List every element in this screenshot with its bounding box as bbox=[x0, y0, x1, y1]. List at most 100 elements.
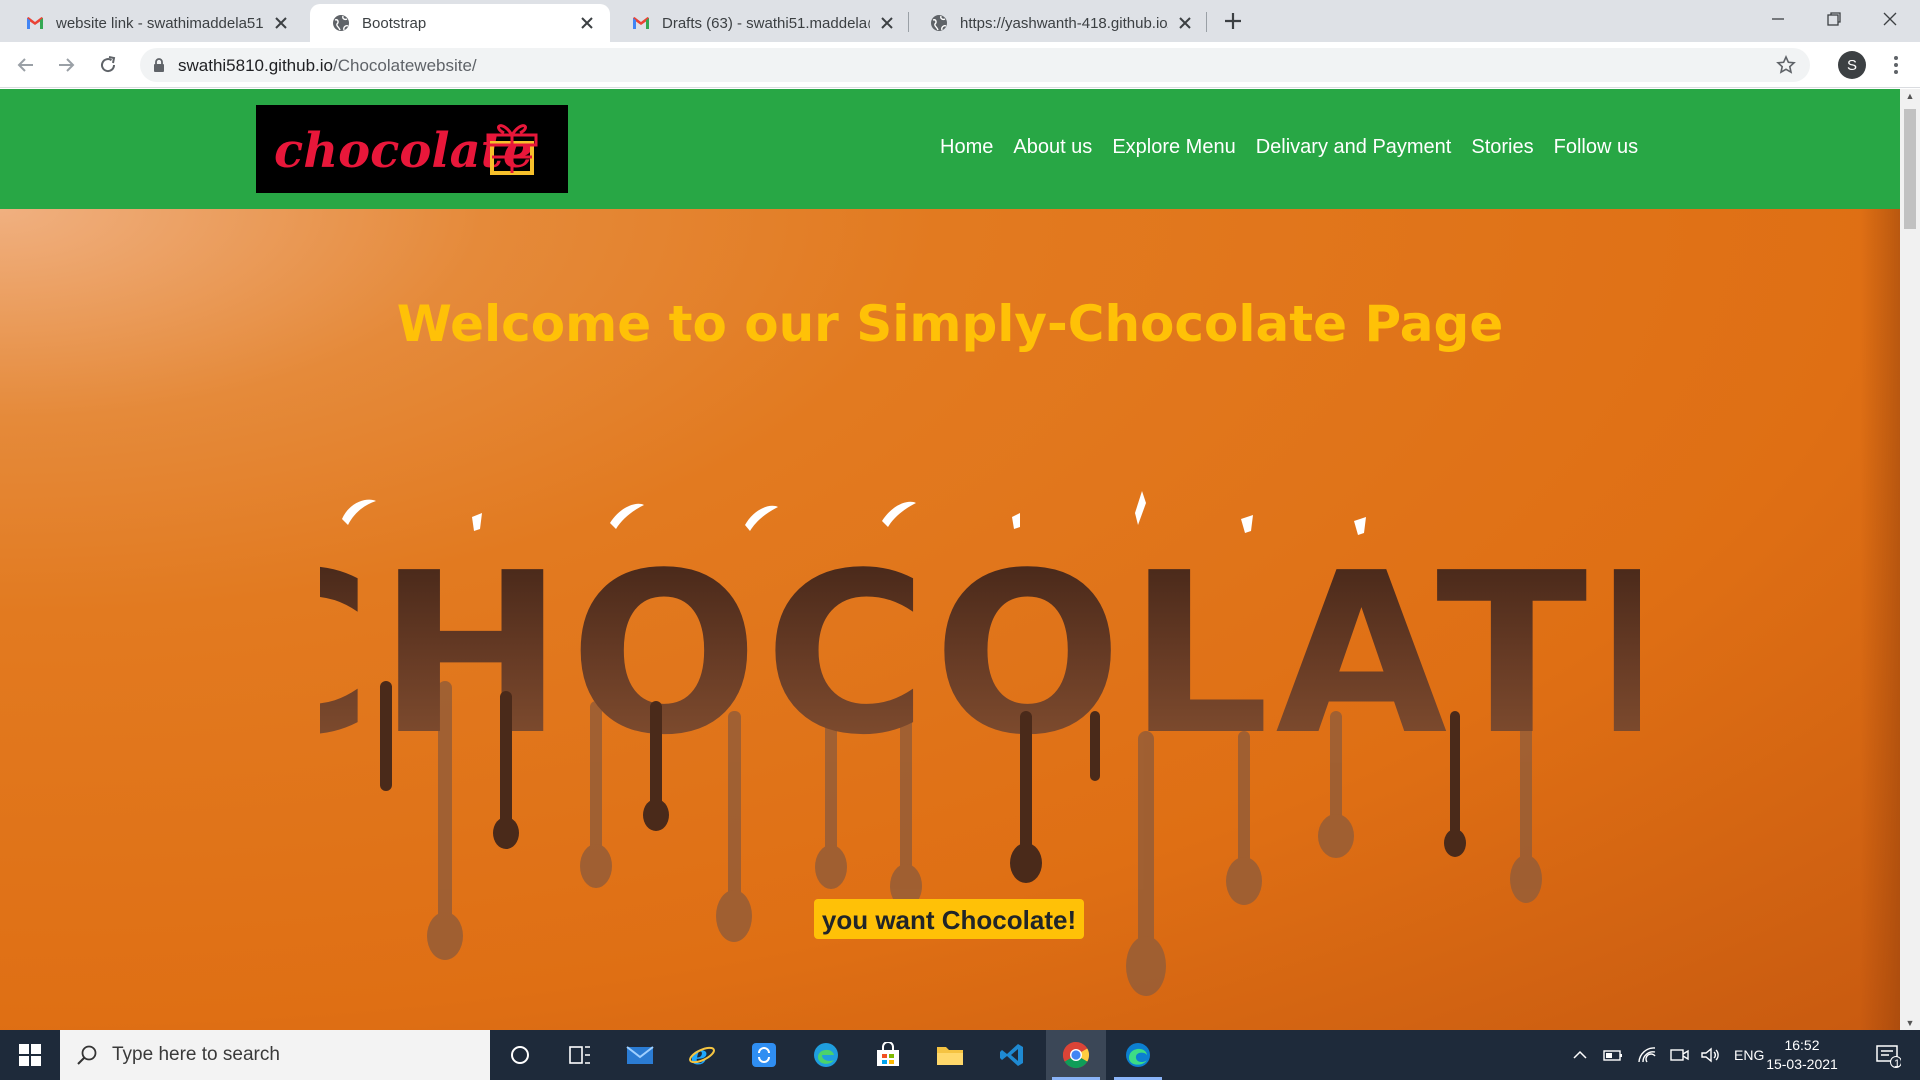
search-placeholder: Type here to search bbox=[112, 1044, 280, 1065]
reload-button[interactable] bbox=[94, 51, 122, 79]
folder-icon bbox=[937, 1047, 963, 1065]
store-bag-icon bbox=[877, 1042, 899, 1066]
nav-link-stories[interactable]: Stories bbox=[1471, 136, 1533, 159]
more-vert-icon bbox=[1894, 56, 1898, 74]
chevron-up-icon[interactable] bbox=[1570, 1045, 1590, 1065]
clock-time: 16:52 bbox=[1784, 1037, 1820, 1053]
minimize-button[interactable] bbox=[1750, 0, 1806, 38]
close-icon bbox=[1883, 12, 1897, 26]
minimize-icon bbox=[1772, 18, 1784, 20]
url-host: swathi5810.github.io bbox=[178, 56, 334, 75]
task-view-icon bbox=[569, 1046, 590, 1064]
tab-title: Bootstrap bbox=[362, 14, 427, 32]
nav-link-follow-us[interactable]: Follow us bbox=[1554, 136, 1638, 159]
tab-title: https://yashwanth-418.github.io/ bbox=[960, 14, 1168, 32]
vscode-icon bbox=[1000, 1044, 1023, 1066]
sync-app-icon bbox=[752, 1043, 776, 1067]
welcome-heading: Welcome to our Simply-Chocolate Page bbox=[396, 295, 1504, 353]
page-scrollbar[interactable]: ▲ ▼ bbox=[1900, 89, 1920, 1030]
tab-yashwanth[interactable]: https://yashwanth-418.github.io/ bbox=[908, 4, 1208, 42]
back-button[interactable] bbox=[12, 51, 40, 79]
globe-icon bbox=[333, 15, 349, 31]
browser-menu-button[interactable] bbox=[1884, 51, 1908, 79]
notification-count: 1 bbox=[1894, 1058, 1901, 1070]
wifi-icon[interactable] bbox=[1636, 1045, 1658, 1065]
tab-gmail-drafts[interactable]: Drafts (63) - swathi51.maddela@ bbox=[610, 4, 910, 42]
store-app-button[interactable] bbox=[858, 1030, 918, 1080]
url-path: /Chocolatewebsite/ bbox=[333, 56, 477, 75]
new-tab-icon[interactable] bbox=[1220, 8, 1246, 34]
tab-gmail-website-link[interactable]: website link - swathimaddela51@ bbox=[4, 4, 304, 42]
clock-date: 15-03-2021 bbox=[1766, 1056, 1838, 1072]
lock-icon[interactable] bbox=[152, 57, 166, 73]
close-tab-icon[interactable] bbox=[1176, 14, 1194, 32]
nav-link-home[interactable]: Home bbox=[940, 136, 993, 159]
windows-taskbar: Type here to search e ENG 16:52 15-03-20… bbox=[0, 1030, 1920, 1080]
gmail-icon bbox=[633, 17, 649, 29]
tab-strip: website link - swathimaddela51@ Bootstra… bbox=[0, 0, 1920, 42]
back-arrow-icon bbox=[17, 58, 33, 72]
close-tab-icon[interactable] bbox=[272, 14, 290, 32]
system-tray: ENG bbox=[1570, 1030, 1764, 1080]
cortana-circle-icon bbox=[511, 1046, 529, 1064]
site-logo[interactable]: chocolate bbox=[256, 105, 568, 193]
chocolate-word-art: CHOCOLATE bbox=[320, 526, 1640, 784]
logo-text: chocolate bbox=[274, 123, 533, 179]
nav-link-about-us[interactable]: About us bbox=[1013, 136, 1092, 159]
mail-icon bbox=[626, 1046, 654, 1064]
edge-legacy-button[interactable] bbox=[796, 1030, 856, 1080]
volume-icon[interactable] bbox=[1700, 1045, 1722, 1065]
restore-button[interactable] bbox=[1806, 0, 1862, 38]
logo-artwork: chocolate bbox=[274, 123, 538, 179]
profile-avatar[interactable]: S bbox=[1838, 51, 1866, 79]
taskbar-search-box[interactable]: Type here to search bbox=[60, 1030, 490, 1080]
nav-link-explore-menu[interactable]: Explore Menu bbox=[1112, 136, 1235, 159]
edge-chromium-button[interactable] bbox=[1108, 1030, 1168, 1080]
internet-explorer-button[interactable]: e bbox=[672, 1030, 732, 1080]
url-text: swathi5810.github.io/Chocolatewebsite/ bbox=[178, 56, 477, 76]
scroll-down-arrow-icon[interactable]: ▼ bbox=[1905, 1018, 1915, 1028]
tab-title: website link - swathimaddela51@ bbox=[56, 14, 264, 32]
photos-app-button[interactable] bbox=[734, 1030, 794, 1080]
gmail-icon bbox=[27, 17, 43, 29]
input-language[interactable]: ENG bbox=[1734, 1047, 1764, 1063]
search-icon bbox=[77, 1045, 97, 1065]
close-window-button[interactable] bbox=[1862, 0, 1918, 38]
edge-icon bbox=[814, 1043, 838, 1067]
taskbar-clock[interactable]: 16:52 15-03-2021 bbox=[1762, 1036, 1842, 1074]
file-explorer-button[interactable] bbox=[920, 1030, 980, 1080]
want-chocolate-button[interactable]: you want Chocolate! bbox=[814, 899, 1084, 939]
bookmark-star-icon[interactable] bbox=[1776, 55, 1796, 75]
browser-toolbar: swathi5810.github.io/Chocolatewebsite/ bbox=[0, 42, 1920, 88]
tab-bootstrap[interactable]: Bootstrap bbox=[310, 4, 610, 42]
scroll-up-arrow-icon[interactable]: ▲ bbox=[1905, 91, 1915, 101]
mail-app-button[interactable] bbox=[610, 1030, 670, 1080]
hero-section: Welcome to our Simply-Chocolate Page HOC… bbox=[0, 209, 1900, 1030]
site-navbar: chocolate Home About us Explore Menu Del… bbox=[0, 89, 1900, 209]
close-tab-icon[interactable] bbox=[578, 14, 596, 32]
vscode-button[interactable] bbox=[982, 1030, 1042, 1080]
action-center-button[interactable]: 1 bbox=[1856, 1030, 1920, 1080]
cortana-button[interactable] bbox=[490, 1030, 550, 1080]
battery-icon[interactable] bbox=[1602, 1045, 1624, 1065]
address-bar[interactable]: swathi5810.github.io/Chocolatewebsite/ bbox=[140, 48, 1810, 82]
forward-button[interactable] bbox=[52, 51, 80, 79]
chrome-icon bbox=[1062, 1041, 1090, 1069]
internet-explorer-icon: e bbox=[689, 1041, 715, 1069]
meet-now-icon[interactable] bbox=[1668, 1045, 1690, 1065]
task-view-button[interactable] bbox=[550, 1030, 610, 1080]
nav-link-delivery-payment[interactable]: Delivary and Payment bbox=[1256, 136, 1452, 159]
start-button[interactable] bbox=[0, 1030, 60, 1080]
close-tab-icon[interactable] bbox=[878, 14, 896, 32]
forward-arrow-icon bbox=[59, 58, 75, 72]
tab-separator bbox=[1206, 12, 1207, 32]
tab-title: Drafts (63) - swathi51.maddela@ bbox=[662, 14, 870, 32]
scrollbar-thumb[interactable] bbox=[1904, 109, 1916, 229]
main-nav: Home About us Explore Menu Delivary and … bbox=[940, 136, 1658, 159]
restore-icon bbox=[1827, 12, 1841, 26]
windows-logo-icon bbox=[19, 1044, 41, 1066]
reload-icon bbox=[101, 56, 116, 73]
globe-icon bbox=[931, 15, 947, 31]
page-viewport: chocolate Home About us Explore Menu Del… bbox=[0, 89, 1900, 1030]
chrome-taskbar-button[interactable] bbox=[1046, 1030, 1106, 1080]
